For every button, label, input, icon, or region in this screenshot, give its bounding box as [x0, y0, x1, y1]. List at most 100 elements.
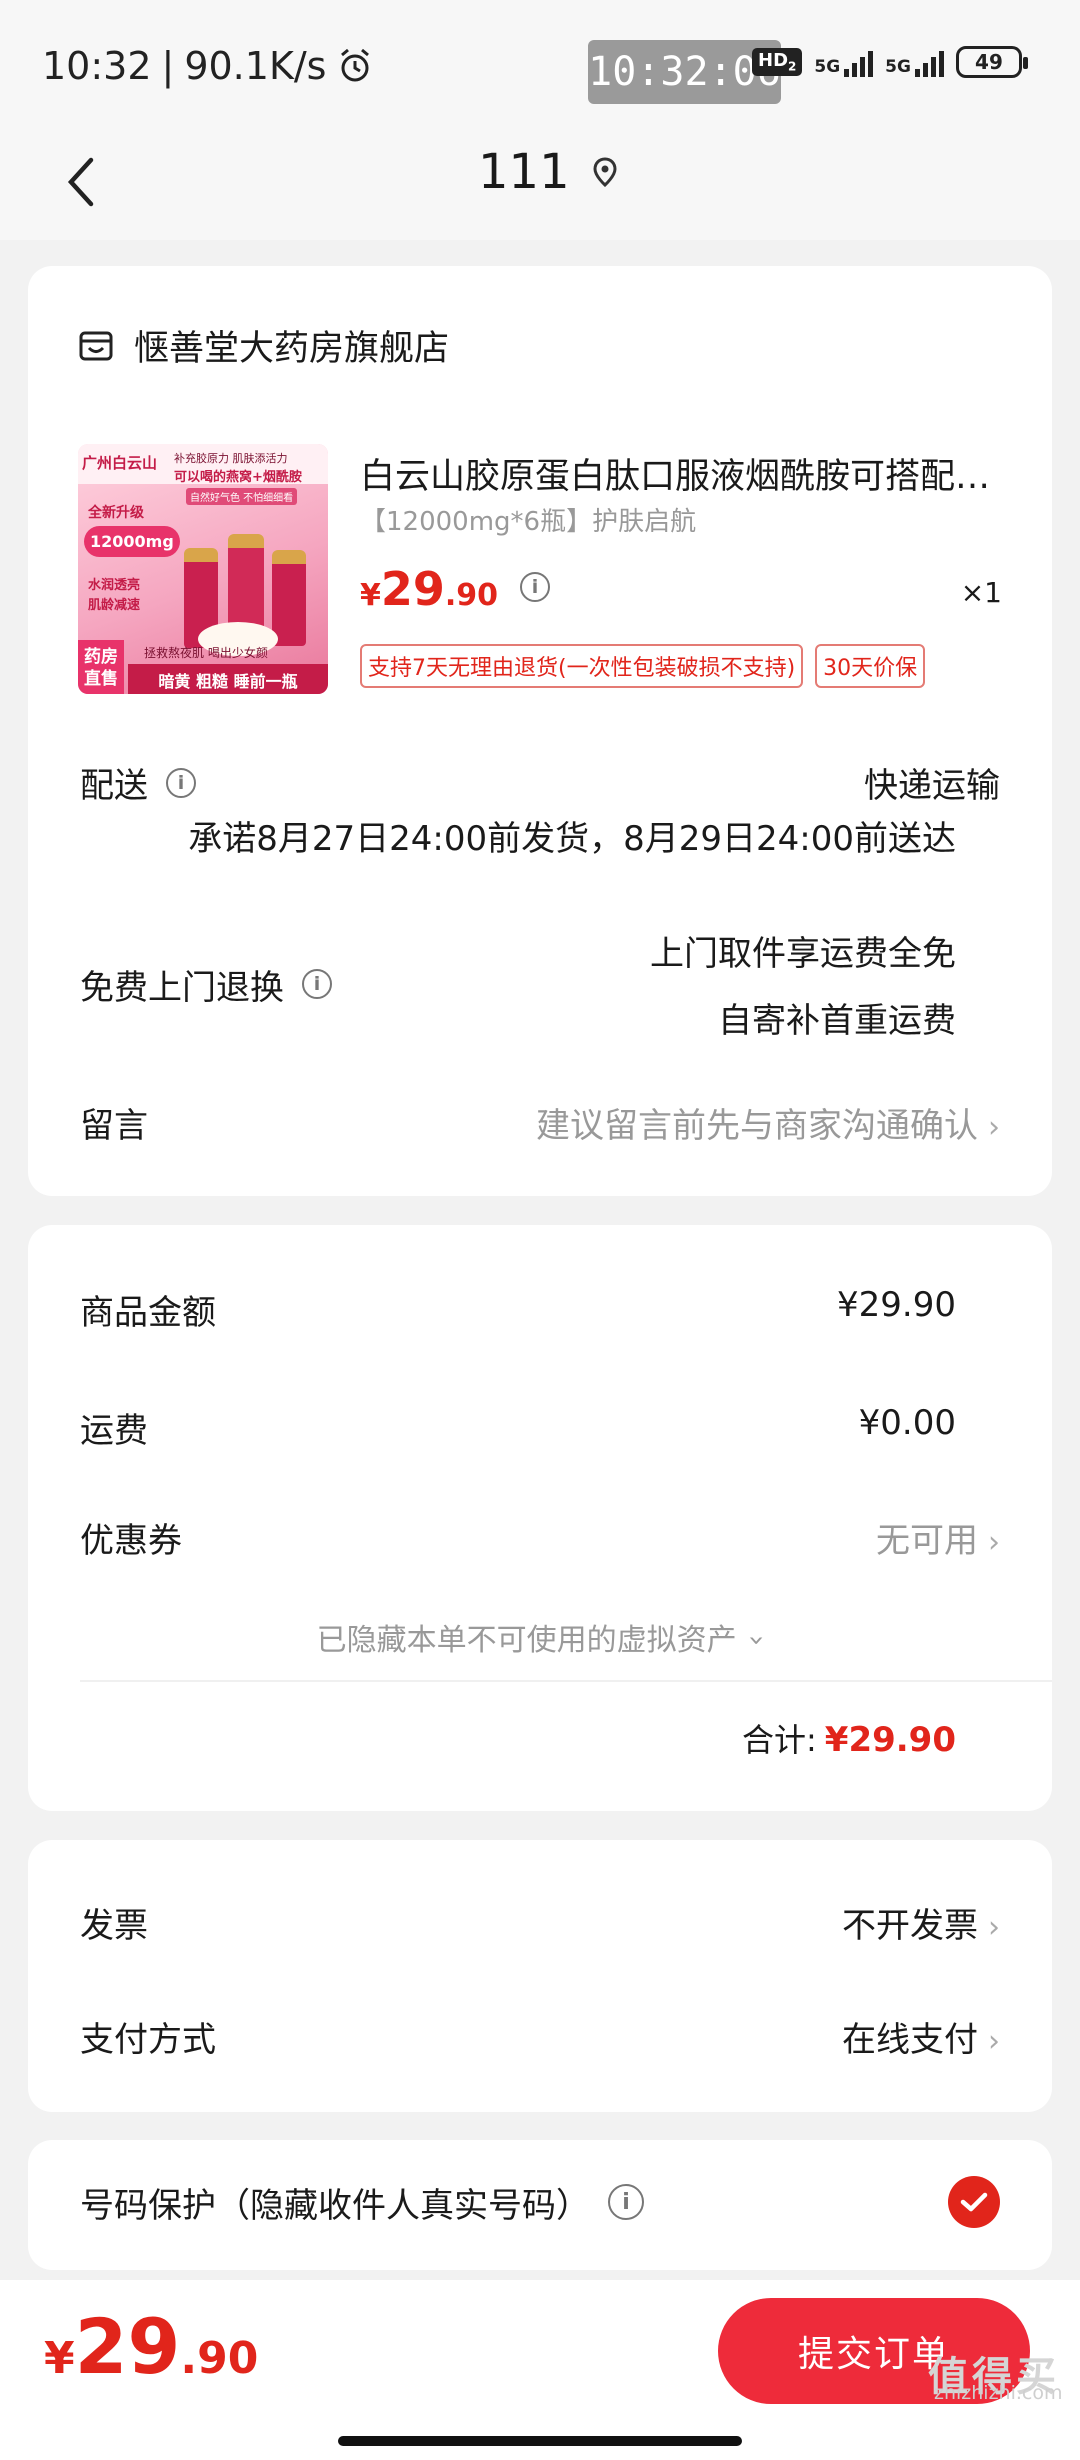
- battery-icon: 49: [955, 46, 1028, 78]
- invoice-label: 发票: [80, 1906, 148, 1946]
- service-tag-return: 支持7天无理由退货(一次性包装破损不支持): [360, 644, 804, 688]
- goods-amount-value: ¥29.90: [837, 1285, 956, 1325]
- chevron-right-icon: ›: [988, 1525, 1000, 1560]
- order-card: 惬善堂大药房旗舰店 广州白云山 补充胶原力 肌肤添活力 可以喝的燕窝+烟酰胺 自…: [28, 266, 1052, 1196]
- payment-row[interactable]: 支付方式 在线支付 ›: [80, 2012, 1000, 2061]
- product-spec: 【12000mg*6瓶】护肤启航: [360, 507, 697, 537]
- product-title[interactable]: 白云山胶原蛋白肽口服液烟酰胺可搭配燕窝: [360, 448, 1000, 499]
- store-row[interactable]: 惬善堂大药房旗舰店: [78, 320, 449, 371]
- bottom-price-symbol: ¥: [44, 2333, 75, 2384]
- coupon-value-text: 无可用: [876, 1521, 978, 1561]
- product-image-line2: 暗黄 粗糙 睡前一瓶: [128, 664, 328, 694]
- summary-divider: [80, 1680, 1052, 1682]
- product-image-badge5: 药房: [78, 640, 124, 667]
- shipping-row: 运费 ¥0.00: [80, 1403, 1000, 1452]
- service-tag-price-protect: 30天价保: [815, 644, 926, 688]
- price-info-icon[interactable]: i: [520, 572, 551, 602]
- total-label: 合计:: [742, 1721, 817, 1759]
- price-decimal: .90: [444, 578, 499, 613]
- coupon-value[interactable]: 无可用 ›: [876, 1513, 1000, 1562]
- bottom-price-integer: 29: [74, 2302, 181, 2391]
- goods-amount-row: 商品金额 ¥29.90: [80, 1285, 1000, 1334]
- product-quantity: ×1: [960, 576, 1002, 609]
- hidden-assets-text: 已隐藏本单不可使用的虚拟资产: [316, 1623, 737, 1658]
- bottom-bar: ¥ 29 .90 提交订单 值得买 zhizhizhi.com: [0, 2280, 1080, 2460]
- message-placeholder: 建议留言前先与商家沟通确认: [536, 1106, 978, 1146]
- product-bottles: [178, 514, 318, 656]
- store-name: 惬善堂大药房旗舰店: [134, 329, 450, 369]
- product-image-badge1: 全新升级: [88, 505, 144, 521]
- status-left: 10:32 | 90.1K/s: [42, 44, 374, 88]
- nav-bar: 111: [0, 130, 1080, 240]
- price-summary-card: 商品金额 ¥29.90 运费 ¥0.00 优惠券 无可用 › 已隐藏本单不可使用的…: [28, 1225, 1052, 1811]
- back-button[interactable]: [50, 142, 110, 222]
- invoice-row[interactable]: 发票 不开发票 ›: [80, 1898, 1000, 1947]
- location-pin-icon: [593, 157, 617, 187]
- delivery-method: 快递运输: [864, 766, 1000, 806]
- privacy-card: 号码保护（隐藏收件人真实号码） i: [28, 2140, 1052, 2270]
- total-row: 合计: ¥29.90: [742, 1715, 956, 1761]
- shipping-value: ¥0.00: [858, 1403, 956, 1443]
- address-title[interactable]: 111: [478, 144, 618, 200]
- alarm-icon: [336, 47, 374, 85]
- product-image-slogan3: 自然好气色 不怕细细看: [186, 488, 298, 505]
- coupon-row[interactable]: 优惠券 无可用 ›: [80, 1513, 1000, 1562]
- shipping-label: 运费: [80, 1411, 148, 1451]
- product-image-slogan2: 可以喝的燕窝+烟酰胺: [174, 470, 302, 485]
- address-title-text: 111: [478, 144, 570, 200]
- privacy-label: 号码保护（隐藏收件人真实号码）: [80, 2185, 590, 2226]
- hd-icon: HD2: [752, 48, 803, 76]
- product-image-brand: 广州白云山: [82, 454, 158, 472]
- chevron-right-icon: ›: [988, 1110, 1000, 1145]
- payment-value-text: 在线支付: [842, 2020, 978, 2060]
- return-line2: 自寄补首重运费: [718, 1001, 956, 1041]
- message-input[interactable]: 建议留言前先与商家沟通确认 ›: [536, 1098, 1000, 1147]
- chevron-down-icon: ›: [741, 1634, 775, 1647]
- product-price: ¥ 29 .90 i: [360, 562, 551, 616]
- chevron-left-icon: [67, 157, 94, 207]
- return-row: 免费上门退换 i 上门取件享运费全免 自寄补首重运费: [80, 926, 1000, 1042]
- coupon-label: 优惠券: [80, 1521, 182, 1561]
- bottom-price-decimal: .90: [180, 2333, 259, 2384]
- hidden-assets-toggle[interactable]: 已隐藏本单不可使用的虚拟资产 ›: [28, 1615, 1052, 1659]
- product-image-line1: 拯救熬夜肌 喝出少女颜: [144, 646, 268, 660]
- return-value: 上门取件享运费全免 自寄补首重运费: [650, 926, 956, 1042]
- status-divider: |: [161, 44, 175, 88]
- message-row[interactable]: 留言 建议留言前先与商家沟通确认 ›: [80, 1098, 1000, 1147]
- product-image-slogan1: 补充胶原力 肌肤添活力: [174, 452, 288, 465]
- price-integer: 29: [380, 562, 445, 616]
- store-icon: [79, 331, 113, 360]
- price-symbol: ¥: [360, 578, 381, 613]
- chevron-right-icon: ›: [988, 1910, 1000, 1945]
- home-indicator[interactable]: [338, 2436, 742, 2446]
- delivery-info-icon[interactable]: i: [166, 767, 196, 798]
- privacy-checkbox[interactable]: [948, 2176, 1000, 2228]
- privacy-row: 号码保护（隐藏收件人真实号码） i: [80, 2176, 1000, 2228]
- privacy-info-icon[interactable]: i: [608, 2184, 644, 2220]
- payment-value[interactable]: 在线支付 ›: [842, 2012, 1000, 2061]
- signal-icon-2: 5G: [885, 47, 944, 77]
- watermark-url: zhizhizhi.com: [934, 2382, 1063, 2404]
- return-line1: 上门取件享运费全免: [650, 934, 956, 974]
- return-label: 免费上门退换: [80, 967, 284, 1008]
- bottom-price: ¥ 29 .90: [44, 2302, 258, 2391]
- chevron-right-icon: ›: [988, 2024, 1000, 2059]
- invoice-value-text: 不开发票: [842, 1906, 978, 1946]
- delivery-promise: 承诺8月27日24:00前发货，8月29日24:00前送达: [188, 819, 956, 859]
- network-speed: 90.1K/s: [184, 44, 327, 88]
- goods-amount-label: 商品金额: [80, 1293, 216, 1333]
- product-image-badge4: 肌龄减速: [88, 598, 141, 613]
- product-image[interactable]: 广州白云山 补充胶原力 肌肤添活力 可以喝的燕窝+烟酰胺 自然好气色 不怕细细看…: [78, 444, 328, 694]
- product-image-badge3: 水润透亮: [88, 578, 141, 593]
- invoice-value[interactable]: 不开发票 ›: [842, 1898, 1000, 1947]
- payment-label: 支付方式: [80, 2020, 216, 2060]
- status-time: 10:32: [42, 44, 152, 88]
- status-right: HD2 5G 5G 49: [752, 46, 1028, 78]
- product-image-badge2: 12000mg: [84, 526, 180, 557]
- return-info-icon[interactable]: i: [302, 969, 332, 999]
- product-image-badge6: 直售: [78, 664, 124, 694]
- total-value: ¥29.90: [824, 1720, 956, 1760]
- service-tags: 支持7天无理由退货(一次性包装破损不支持) 30天价保: [360, 644, 926, 688]
- message-label: 留言: [80, 1106, 148, 1146]
- invoice-payment-card: 发票 不开发票 › 支付方式 在线支付 ›: [28, 1840, 1052, 2112]
